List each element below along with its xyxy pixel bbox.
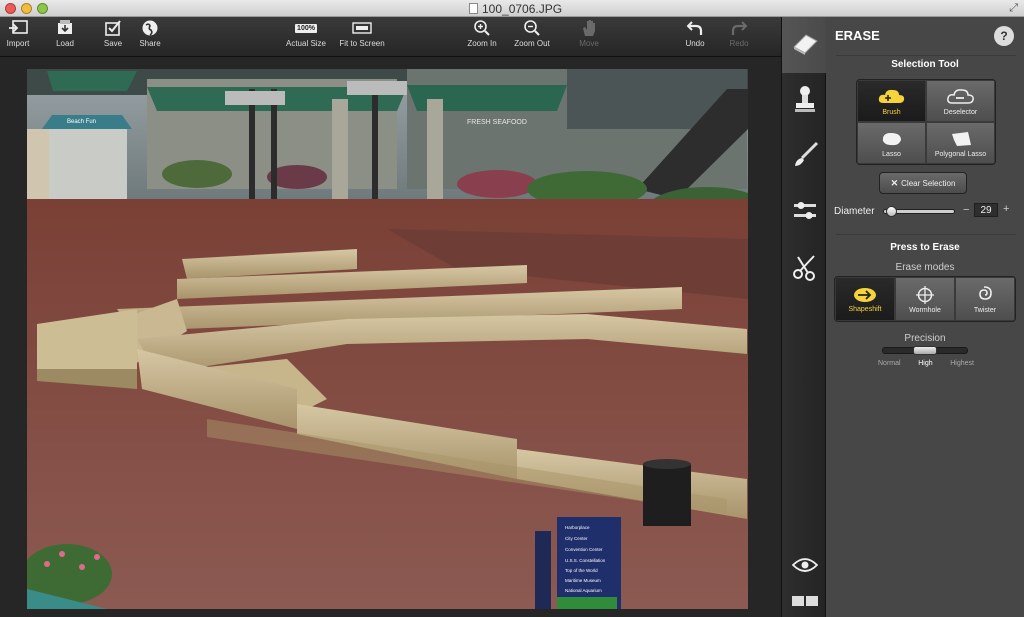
stamp-icon <box>792 84 818 119</box>
save-button[interactable]: Save <box>98 17 128 57</box>
wormhole-mode-button[interactable]: Wormhole <box>895 277 955 321</box>
window-titlebar: 100_0706.JPG ⤢ <box>0 0 1024 17</box>
sign-line: Convention Center <box>565 547 603 552</box>
clear-selection-button[interactable]: ✕ Clear Selection <box>879 172 967 194</box>
diameter-label: Diameter <box>834 206 875 217</box>
diameter-slider[interactable] <box>883 206 955 217</box>
share-button[interactable]: Share <box>134 17 166 57</box>
selection-tool-heading: Selection Tool <box>891 59 959 70</box>
preview-toggle-button[interactable] <box>782 547 827 587</box>
stamp-tool-button[interactable] <box>782 73 827 129</box>
panel-title: ERASE <box>835 28 880 43</box>
cut-tool-button[interactable] <box>782 241 827 297</box>
move-button[interactable]: Move <box>574 17 604 57</box>
eraser-icon <box>790 31 820 60</box>
diameter-slider-handle[interactable] <box>886 206 897 217</box>
hand-icon <box>580 17 598 39</box>
precision-slider-handle[interactable] <box>913 346 937 355</box>
sign-line: U.S.S. Constellation <box>565 558 606 563</box>
sign-line: Harborplace <box>565 525 590 530</box>
image-canvas[interactable]: FRESH SEAFOOD Beach Fun Harborplace City… <box>0 57 781 617</box>
window-title: 100_0706.JPG <box>482 2 563 16</box>
redo-button[interactable]: Redo <box>724 17 754 57</box>
zoom-out-button[interactable]: Zoom Out <box>512 17 552 57</box>
fullscreen-icon[interactable]: ⤢ <box>1009 2 1018 15</box>
photo[interactable]: FRESH SEAFOOD Beach Fun Harborplace City… <box>27 69 748 609</box>
sign-line: National Aquarium <box>565 588 602 593</box>
divider <box>836 55 1016 56</box>
crosshair-icon <box>915 285 935 307</box>
lasso-button[interactable]: Lasso <box>857 122 926 164</box>
precision-slider[interactable] <box>882 346 968 355</box>
actual-size-button[interactable]: 100% Actual Size <box>284 17 328 57</box>
undo-icon <box>686 17 704 39</box>
deselector-button[interactable]: Deselector <box>926 80 995 122</box>
shapeshift-mode-button[interactable]: Shapeshift <box>835 277 895 321</box>
paintbrush-icon <box>790 140 820 175</box>
sliders-icon <box>792 199 818 228</box>
zoom-out-icon <box>523 17 541 39</box>
brush-selection-button[interactable]: Brush <box>857 80 926 122</box>
polygonal-lasso-button[interactable]: Polygonal Lasso <box>926 122 995 164</box>
precision-highest-label: Highest <box>950 360 974 367</box>
diameter-increase-button[interactable]: + <box>1003 203 1009 215</box>
document-icon <box>469 3 478 14</box>
save-icon <box>103 17 123 39</box>
polygonal-lasso-icon <box>948 129 974 151</box>
twister-mode-button[interactable]: Twister <box>955 277 1015 321</box>
brush-cloud-icon <box>877 87 907 109</box>
help-button[interactable]: ? <box>994 26 1014 46</box>
precision-normal-label: Normal <box>878 360 901 367</box>
divider <box>836 234 1016 235</box>
press-to-erase-heading: Press to Erase <box>890 242 960 253</box>
spiral-icon <box>975 285 995 307</box>
zoom-in-icon <box>473 17 491 39</box>
lasso-icon <box>879 129 905 151</box>
selection-tool-grid: Brush Deselector Lasso Polygonal Lasso <box>856 79 996 165</box>
sign-line: Maritime Museum <box>565 578 601 583</box>
zoom-in-button[interactable]: Zoom In <box>466 17 498 57</box>
import-icon <box>7 17 29 39</box>
main-toolbar: Import Load Save Share 100% Actual Size … <box>0 17 781 57</box>
brush-tool-button[interactable] <box>782 129 827 185</box>
load-icon <box>55 17 75 39</box>
awning-text: FRESH SEAFOOD <box>467 119 527 126</box>
precision-heading: Precision <box>904 333 946 344</box>
globe-icon <box>141 17 159 39</box>
redo-icon <box>730 17 748 39</box>
eye-icon <box>791 557 818 578</box>
compare-view-button[interactable] <box>782 589 827 617</box>
erase-panel: ERASE ? Selection Tool Brush Deselector … <box>826 17 1024 617</box>
diameter-value-field[interactable]: 29 <box>974 203 998 217</box>
actual-size-icon: 100% <box>295 23 317 33</box>
split-view-icon <box>791 594 819 612</box>
tool-rail <box>781 17 827 617</box>
erase-tool-button[interactable] <box>782 17 827 73</box>
kiosk-text: Beach Fun <box>67 119 96 125</box>
precision-high-label: High <box>918 360 933 367</box>
adjustments-tool-button[interactable] <box>782 185 827 241</box>
diameter-decrease-button[interactable]: − <box>963 204 969 216</box>
load-button[interactable]: Load <box>50 17 80 57</box>
deselector-cloud-icon <box>946 87 976 109</box>
erase-modes-heading: Erase modes <box>895 262 955 273</box>
minimize-window-button[interactable] <box>21 3 32 14</box>
scissors-icon <box>790 252 820 287</box>
x-icon: ✕ <box>890 177 899 188</box>
undo-button[interactable]: Undo <box>680 17 710 57</box>
sign-line: Top of the World <box>565 568 598 573</box>
precision-levels: Normal High Highest <box>878 360 974 367</box>
import-button[interactable]: Import <box>2 17 34 57</box>
erase-modes-group: Shapeshift Wormhole Twister <box>834 276 1016 322</box>
sign-line: City Center <box>565 536 588 541</box>
close-window-button[interactable] <box>5 3 16 14</box>
fit-to-screen-button[interactable]: Fit to Screen <box>336 17 388 57</box>
shapeshift-icon <box>851 286 879 306</box>
zoom-window-button[interactable] <box>37 3 48 14</box>
fit-to-screen-icon <box>351 17 373 39</box>
